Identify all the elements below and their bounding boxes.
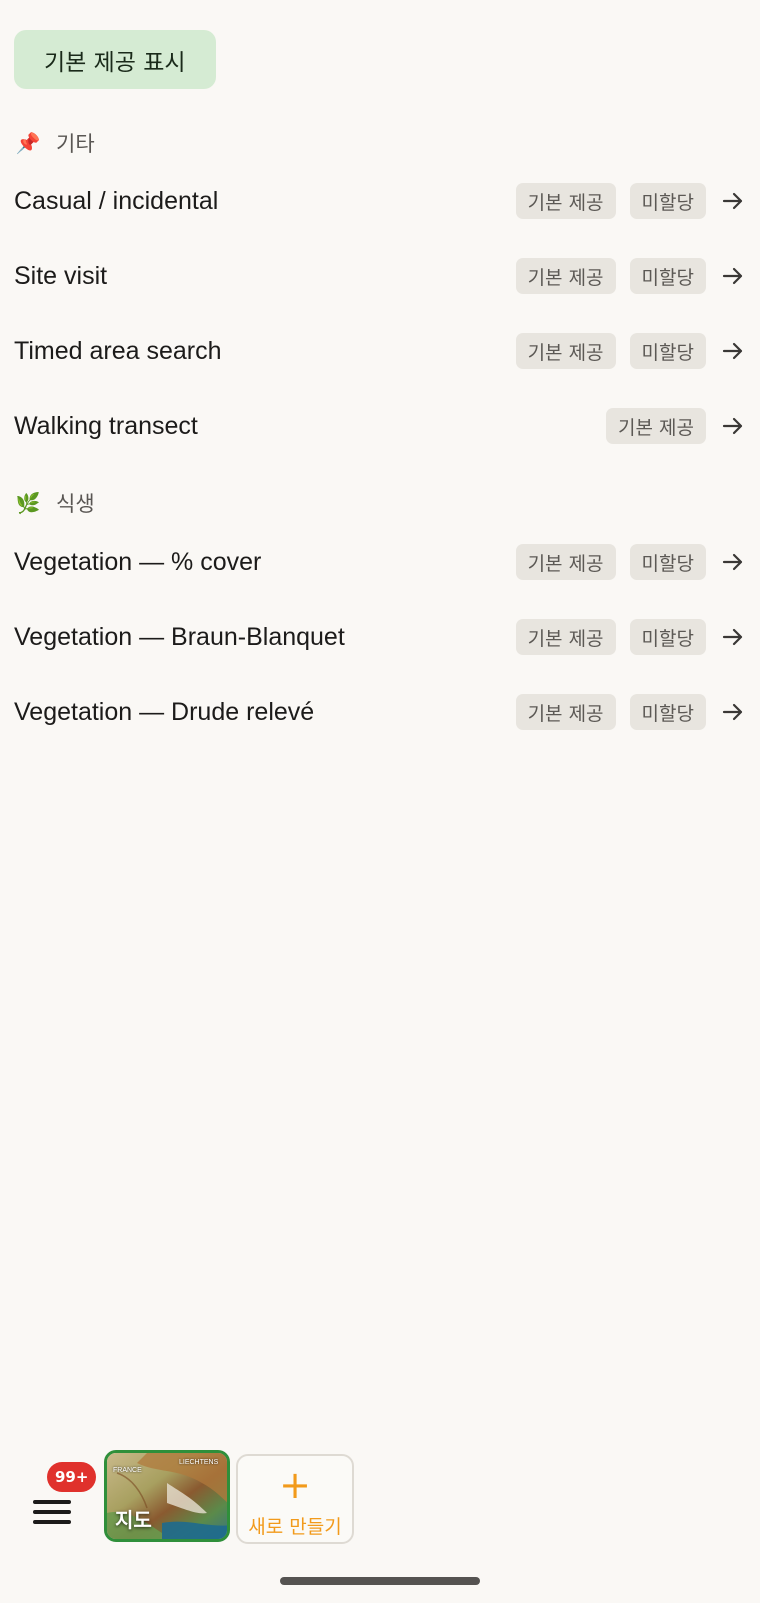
arrow-right-icon — [720, 549, 746, 575]
badge-group: 기본 제공 — [606, 408, 706, 444]
pushpin-icon: 📌 — [15, 131, 41, 155]
unassigned-badge: 미할당 — [629, 183, 706, 219]
bottom-bar: 99+ FRANCE LIECHTENS 지도 + 새로 만들기 — [0, 1450, 760, 1560]
section-title: 기타 — [56, 132, 95, 156]
map-place-label: FRANCE — [113, 1467, 142, 1474]
map-place-label: LIECHTENS — [179, 1459, 219, 1466]
unassigned-badge: 미할당 — [629, 694, 706, 730]
list-item-title: Vegetation — % cover — [14, 547, 262, 576]
arrow-right-icon — [720, 624, 746, 650]
badge-group: 기본 제공 미할당 — [515, 333, 706, 369]
unassigned-badge: 미할당 — [629, 619, 706, 655]
builtin-badge: 기본 제공 — [515, 258, 616, 294]
builtin-badge: 기본 제공 — [515, 619, 616, 655]
map-label: 지도 — [115, 1508, 152, 1532]
section-header-misc: 📌 기타 — [14, 128, 95, 158]
list-item[interactable]: Vegetation — % cover 기본 제공 미할당 — [0, 527, 760, 597]
builtin-badge: 기본 제공 — [515, 333, 616, 369]
builtin-badge: 기본 제공 — [515, 183, 616, 219]
list-item-title: Vegetation — Drude relevé — [14, 697, 315, 726]
unassigned-badge: 미할당 — [629, 258, 706, 294]
plus-icon: + — [279, 1463, 311, 1507]
list-item[interactable]: Timed area search 기본 제공 미할당 — [0, 316, 760, 386]
list-item-title: Casual / incidental — [14, 186, 219, 215]
list-item-title: Site visit — [14, 261, 108, 290]
list-item-title: Walking transect — [14, 411, 198, 440]
herb-icon: 🌿 — [15, 491, 41, 515]
builtin-badge: 기본 제공 — [515, 694, 616, 730]
show-builtin-filter-chip[interactable]: 기본 제공 표시 — [14, 30, 216, 89]
arrow-right-icon — [720, 413, 746, 439]
map-button[interactable]: FRANCE LIECHTENS 지도 — [104, 1450, 230, 1542]
list-item-title: Timed area search — [14, 336, 222, 365]
notification-count-badge: 99+ — [47, 1462, 97, 1492]
list-item[interactable]: Vegetation — Drude relevé 기본 제공 미할당 — [0, 677, 760, 747]
hamburger-menu-icon — [33, 1500, 71, 1504]
list-item-title: Vegetation — Braun-Blanquet — [14, 622, 345, 651]
list-item[interactable]: Site visit 기본 제공 미할당 — [0, 241, 760, 311]
create-new-button[interactable]: + 새로 만들기 — [236, 1454, 354, 1544]
list-item[interactable]: Vegetation — Braun-Blanquet 기본 제공 미할당 — [0, 602, 760, 672]
arrow-right-icon — [720, 699, 746, 725]
badge-group: 기본 제공 미할당 — [515, 544, 706, 580]
builtin-badge: 기본 제공 — [606, 408, 706, 444]
list-item[interactable]: Casual / incidental 기본 제공 미할당 — [0, 166, 760, 236]
arrow-right-icon — [720, 263, 746, 289]
list-item[interactable]: Walking transect 기본 제공 — [0, 391, 760, 461]
unassigned-badge: 미할당 — [629, 544, 706, 580]
create-new-label: 새로 만들기 — [248, 1516, 342, 1538]
builtin-badge: 기본 제공 — [515, 544, 616, 580]
badge-group: 기본 제공 미할당 — [515, 183, 706, 219]
badge-group: 기본 제공 미할당 — [515, 258, 706, 294]
badge-group: 기본 제공 미할당 — [515, 619, 706, 655]
arrow-right-icon — [720, 338, 746, 364]
unassigned-badge: 미할당 — [629, 333, 706, 369]
home-indicator[interactable] — [280, 1577, 480, 1585]
section-title: 식생 — [56, 492, 95, 516]
badge-group: 기본 제공 미할당 — [515, 694, 706, 730]
arrow-right-icon — [720, 188, 746, 214]
menu-button[interactable] — [28, 1490, 78, 1540]
section-header-vegetation: 🌿 식생 — [14, 488, 95, 518]
